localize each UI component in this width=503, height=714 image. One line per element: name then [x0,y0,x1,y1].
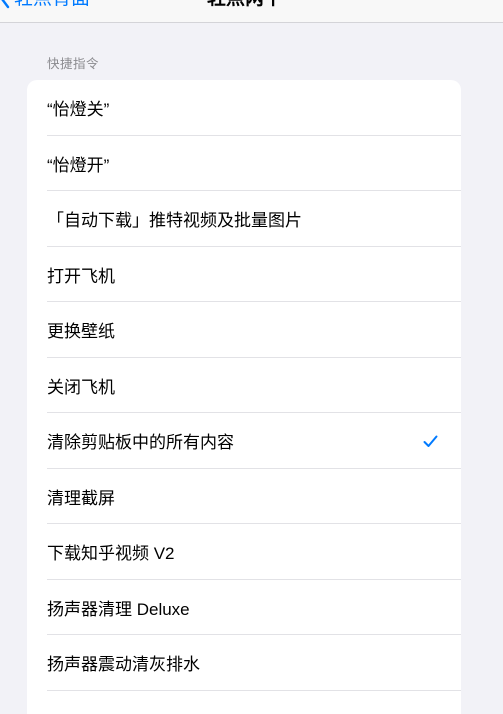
list-item[interactable]: 「自动下载」推特视频及批量图片 [27,191,461,247]
list-item-label: “怡燈关” [47,100,110,120]
list-item[interactable]: 关闭飞机 [27,358,461,414]
list-item-label: 扬声器清理 Deluxe [47,599,190,619]
list-item[interactable]: 扬声器震动清灰排水 [27,635,461,691]
list-item[interactable]: 更换壁纸 [27,302,461,358]
page-title: 轻点两下 [0,0,490,10]
list-item-selected[interactable]: 清除剪贴板中的所有内容 [27,413,461,469]
list-item[interactable]: 扬声器清理 Deluxe [27,580,461,636]
list-item-label: 清理截屏 [47,488,115,508]
checkmark-icon [423,435,438,447]
list-item-label: 更换壁纸 [47,322,115,342]
list-item-label: 打开飞机 [47,266,115,286]
list-item-label: 「自动下载」推特视频及批量图片 [47,211,302,231]
list-item[interactable]: 打开飞机 [27,247,461,303]
list-item-label: 扬声器震动清灰排水 [47,655,200,675]
list-item[interactable]: “怡燈关” [27,80,461,136]
list-item-label: “怡燈开” [47,155,110,175]
list-item[interactable]: “怡燈开” [27,136,461,192]
list-item-label: 清除剪贴板中的所有内容 [47,433,234,453]
shortcut-list: “怡燈关” “怡燈开” 「自动下载」推特视频及批量图片 打开飞机 更换壁纸 关闭… [27,80,461,714]
list-item[interactable]: 清理截屏 [27,469,461,525]
navigation-bar: 轻点背面 轻点两下 [0,0,503,23]
list-item-label: 关闭飞机 [47,377,115,397]
section-header: 快捷指令 [47,57,100,71]
list-item[interactable]: 下载知乎视频 V2 [27,524,461,580]
list-item-label: 下载知乎视频 V2 [47,544,175,564]
list-item[interactable] [27,691,461,714]
